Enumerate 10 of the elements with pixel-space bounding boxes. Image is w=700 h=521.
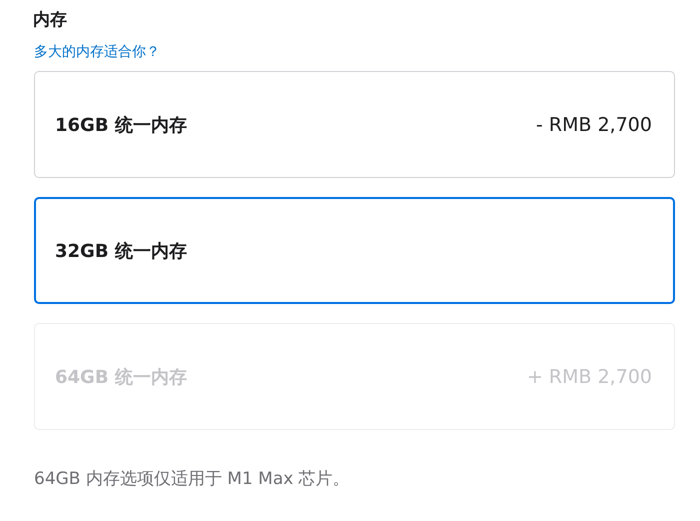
- option-label: 64GB 统一内存: [55, 366, 187, 388]
- memory-option[interactable]: 32GB 统一内存: [34, 197, 675, 304]
- option-price: + RMB 2,700: [526, 366, 652, 388]
- option-price: - RMB 2,700: [536, 114, 652, 136]
- option-label: 16GB 统一内存: [55, 114, 187, 136]
- memory-option[interactable]: 16GB 统一内存 - RMB 2,700: [34, 71, 675, 178]
- note-text: 64GB 内存选项仅适用于 M1 Max 芯片。: [34, 468, 351, 490]
- option-label: 32GB 统一内存: [55, 240, 187, 262]
- section-title: 内存: [33, 9, 68, 32]
- help-link[interactable]: 多大的内存适合你？: [34, 42, 160, 62]
